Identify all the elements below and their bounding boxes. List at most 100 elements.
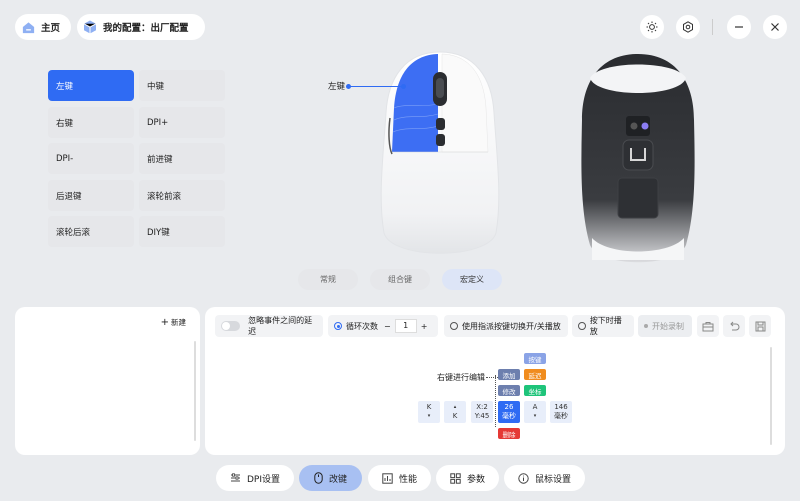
seq-delay[interactable]: 146 毫秒 (550, 401, 572, 423)
nav-params[interactable]: 参数 (436, 465, 499, 491)
action-key-tag[interactable]: 按键 (524, 353, 546, 364)
editor-hint: 右键进行编辑 (437, 372, 500, 383)
key-dpi-minus[interactable]: DPI- (48, 143, 134, 174)
nav-label: 改键 (328, 474, 347, 485)
header-divider (712, 19, 713, 35)
key-wheel-down[interactable]: 滚轮后滚 (48, 216, 134, 247)
save-button[interactable] (749, 315, 771, 337)
seq-top: K (426, 403, 432, 411)
key-label: 后退键 (56, 191, 82, 202)
action-delay-tag[interactable]: 延迟 (524, 369, 546, 380)
save-icon (755, 321, 766, 332)
toolbox-button[interactable] (697, 315, 719, 337)
loop-plus-button[interactable]: + (421, 322, 428, 331)
key-label: 右键 (56, 118, 74, 129)
info-icon (518, 472, 529, 484)
press-play-label: 按下时播放 (589, 316, 622, 336)
callout-line (346, 83, 407, 89)
press-radio[interactable] (578, 322, 586, 330)
seq-key-down-a[interactable]: A ▾ (524, 401, 546, 423)
settings-button[interactable] (676, 15, 700, 39)
undo-button[interactable] (723, 315, 745, 337)
key-diy[interactable]: DIY键 (139, 216, 225, 247)
nav-remap[interactable]: 改键 (299, 465, 362, 491)
nav-label: 参数 (466, 474, 485, 485)
tab-combo[interactable]: 组合键 (370, 269, 430, 290)
key-label: DPI+ (147, 117, 169, 128)
minimize-button[interactable] (727, 15, 751, 39)
seq-bottom: K (452, 412, 458, 420)
toggle-play-label: 使用指派按键切换开/关播放 (462, 321, 561, 331)
sun-icon (646, 21, 658, 33)
chart-icon (382, 472, 393, 484)
hint-label: 右键进行编辑 (437, 373, 485, 382)
seq-top: A (532, 403, 538, 411)
key-label: 左键 (56, 81, 74, 92)
editor-scrollbar[interactable] (770, 347, 772, 445)
press-play-control[interactable]: 按下时播放 (572, 315, 634, 337)
key-right[interactable]: 右键 (48, 107, 134, 138)
minimize-icon (734, 22, 744, 32)
seq-bottom: 毫秒 (554, 412, 568, 420)
seq-top: X:2 (476, 403, 488, 411)
undo-icon (728, 321, 740, 332)
action-coord-tag[interactable]: 坐标 (524, 385, 546, 396)
config-label: 我的配置：出厂配置 (103, 23, 189, 34)
nav-dpi[interactable]: DPI设置 (216, 465, 294, 491)
loop-minus-button[interactable]: − (384, 322, 391, 331)
macro-list-scrollbar[interactable] (194, 341, 196, 441)
key-label: DPI- (56, 153, 74, 164)
new-macro-button[interactable]: + 新建 (161, 317, 186, 328)
seq-top: ▴ (453, 404, 457, 410)
toggle-radio[interactable] (450, 322, 458, 330)
key-left[interactable]: 左键 (48, 70, 134, 101)
seq-key-up-k[interactable]: ▴ K (444, 401, 466, 423)
loop-count-label: 循环次数 (346, 321, 378, 331)
key-back[interactable]: 后退键 (48, 180, 134, 211)
theme-button[interactable] (640, 15, 664, 39)
nav-mouse-settings[interactable]: 鼠标设置 (504, 465, 585, 491)
plus-icon: + (160, 317, 169, 328)
key-label: 滚轮后滚 (56, 227, 91, 238)
key-forward[interactable]: 前进键 (139, 143, 225, 174)
key-dpi-plus[interactable]: DPI+ (139, 107, 225, 138)
seq-key-down-k[interactable]: K ▾ (418, 401, 440, 423)
nav-performance[interactable]: 性能 (368, 465, 431, 491)
config-selector[interactable]: 我的配置：出厂配置 (77, 14, 205, 40)
loop-count-control[interactable]: 循环次数 − 1 + (328, 315, 438, 337)
tab-label: 宏定义 (460, 275, 484, 284)
key-middle[interactable]: 中键 (139, 70, 225, 101)
nav-label: 性能 (398, 474, 417, 485)
tag-label: 坐标 (528, 387, 542, 396)
seq-bottom: 毫秒 (502, 412, 516, 420)
record-button[interactable]: 开始录制 (638, 315, 692, 337)
loop-count-input[interactable]: 1 (394, 319, 417, 333)
tag-label: 按键 (528, 355, 542, 364)
seq-bottom: ▾ (533, 413, 537, 419)
action-add-tag[interactable]: 添加 (498, 369, 520, 380)
tag-label: 添加 (502, 371, 516, 380)
ignore-delay-control[interactable]: 忽略事件之间的延迟 (215, 315, 323, 337)
seq-top: 26 (504, 403, 514, 411)
mouse-bottom-view (568, 50, 708, 273)
ignore-delay-toggle[interactable] (221, 321, 241, 331)
action-delete-tag[interactable]: 删除 (498, 428, 520, 439)
new-label: 新建 (171, 318, 186, 327)
key-label: 中键 (147, 81, 165, 92)
seq-delay-selected[interactable]: 26 毫秒 (498, 401, 520, 423)
seq-bottom: Y:45 (474, 412, 490, 420)
tab-normal[interactable]: 常规 (298, 269, 358, 290)
ignore-delay-label: 忽略事件之间的延迟 (248, 316, 313, 336)
toggle-play-control[interactable]: 使用指派按键切换开/关播放 (444, 315, 568, 337)
key-wheel-up[interactable]: 滚轮前滚 (139, 180, 225, 211)
mouse-callout: 左键 (328, 80, 407, 92)
gear-icon (682, 21, 694, 33)
seq-coord[interactable]: X:2 Y:45 (471, 401, 493, 423)
tab-macro[interactable]: 宏定义 (442, 269, 502, 290)
close-button[interactable] (763, 15, 787, 39)
macro-list-panel: + 新建 (15, 307, 200, 455)
home-button[interactable]: 主页 (15, 14, 71, 40)
loop-radio[interactable] (334, 322, 342, 330)
tag-label: 修改 (502, 387, 516, 396)
action-modify-tag[interactable]: 修改 (498, 385, 520, 396)
